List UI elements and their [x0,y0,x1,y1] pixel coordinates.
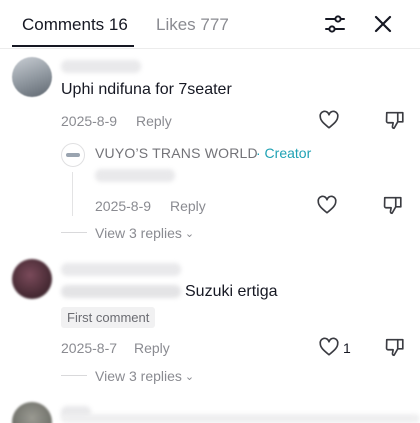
reply-button[interactable]: Reply [134,339,170,357]
heart-icon[interactable] [318,109,340,131]
comment-text: Suzuki ertiga [185,283,278,300]
avatar[interactable] [61,143,85,167]
dislike-icon[interactable] [382,194,404,216]
active-tab-indicator [12,45,134,47]
creator-badge: · Creator [256,145,312,161]
tab-comments[interactable]: Comments 16 [22,14,128,36]
comment-text: Uphi ndifuna for 7seater [61,81,232,98]
close-icon[interactable] [371,12,395,36]
heart-icon[interactable] [318,336,340,358]
comment-text-blurred [61,414,420,423]
avatar[interactable] [12,259,52,299]
username-blurred[interactable] [61,60,141,73]
avatar[interactable] [12,57,52,97]
view-replies-button[interactable]: View 3 replies ⌄ [95,367,194,387]
divider [61,232,87,233]
dislike-icon[interactable] [384,336,406,358]
chevron-down-icon: ⌄ [184,371,195,383]
reply-button[interactable]: Reply [170,197,206,215]
thread-line [72,172,73,216]
dislike-icon[interactable] [384,109,406,131]
first-comment-badge: First comment [61,307,156,328]
comment-panel-header: Comments 16 Likes 777 [0,0,420,49]
tab-likes[interactable]: Likes 777 [156,14,229,36]
comment-date: 2025-8-9 [61,113,118,129]
reply-button[interactable]: Reply [136,112,172,130]
sliders-icon[interactable] [323,12,347,36]
divider [61,375,87,376]
chevron-down-icon: ⌄ [184,228,195,240]
reply-text-blurred [95,169,175,182]
username-blurred[interactable] [61,263,181,276]
view-replies-button[interactable]: View 3 replies ⌄ [95,224,194,244]
comment-text-blurred [61,285,181,298]
comment-date: 2025-8-7 [61,340,118,356]
like-count: 1 [343,340,351,356]
heart-icon[interactable] [316,194,338,216]
avatar[interactable] [12,402,52,423]
reply-date: 2025-8-9 [95,198,152,214]
reply-author[interactable]: VUYO’S TRANS WORLD [95,144,258,162]
